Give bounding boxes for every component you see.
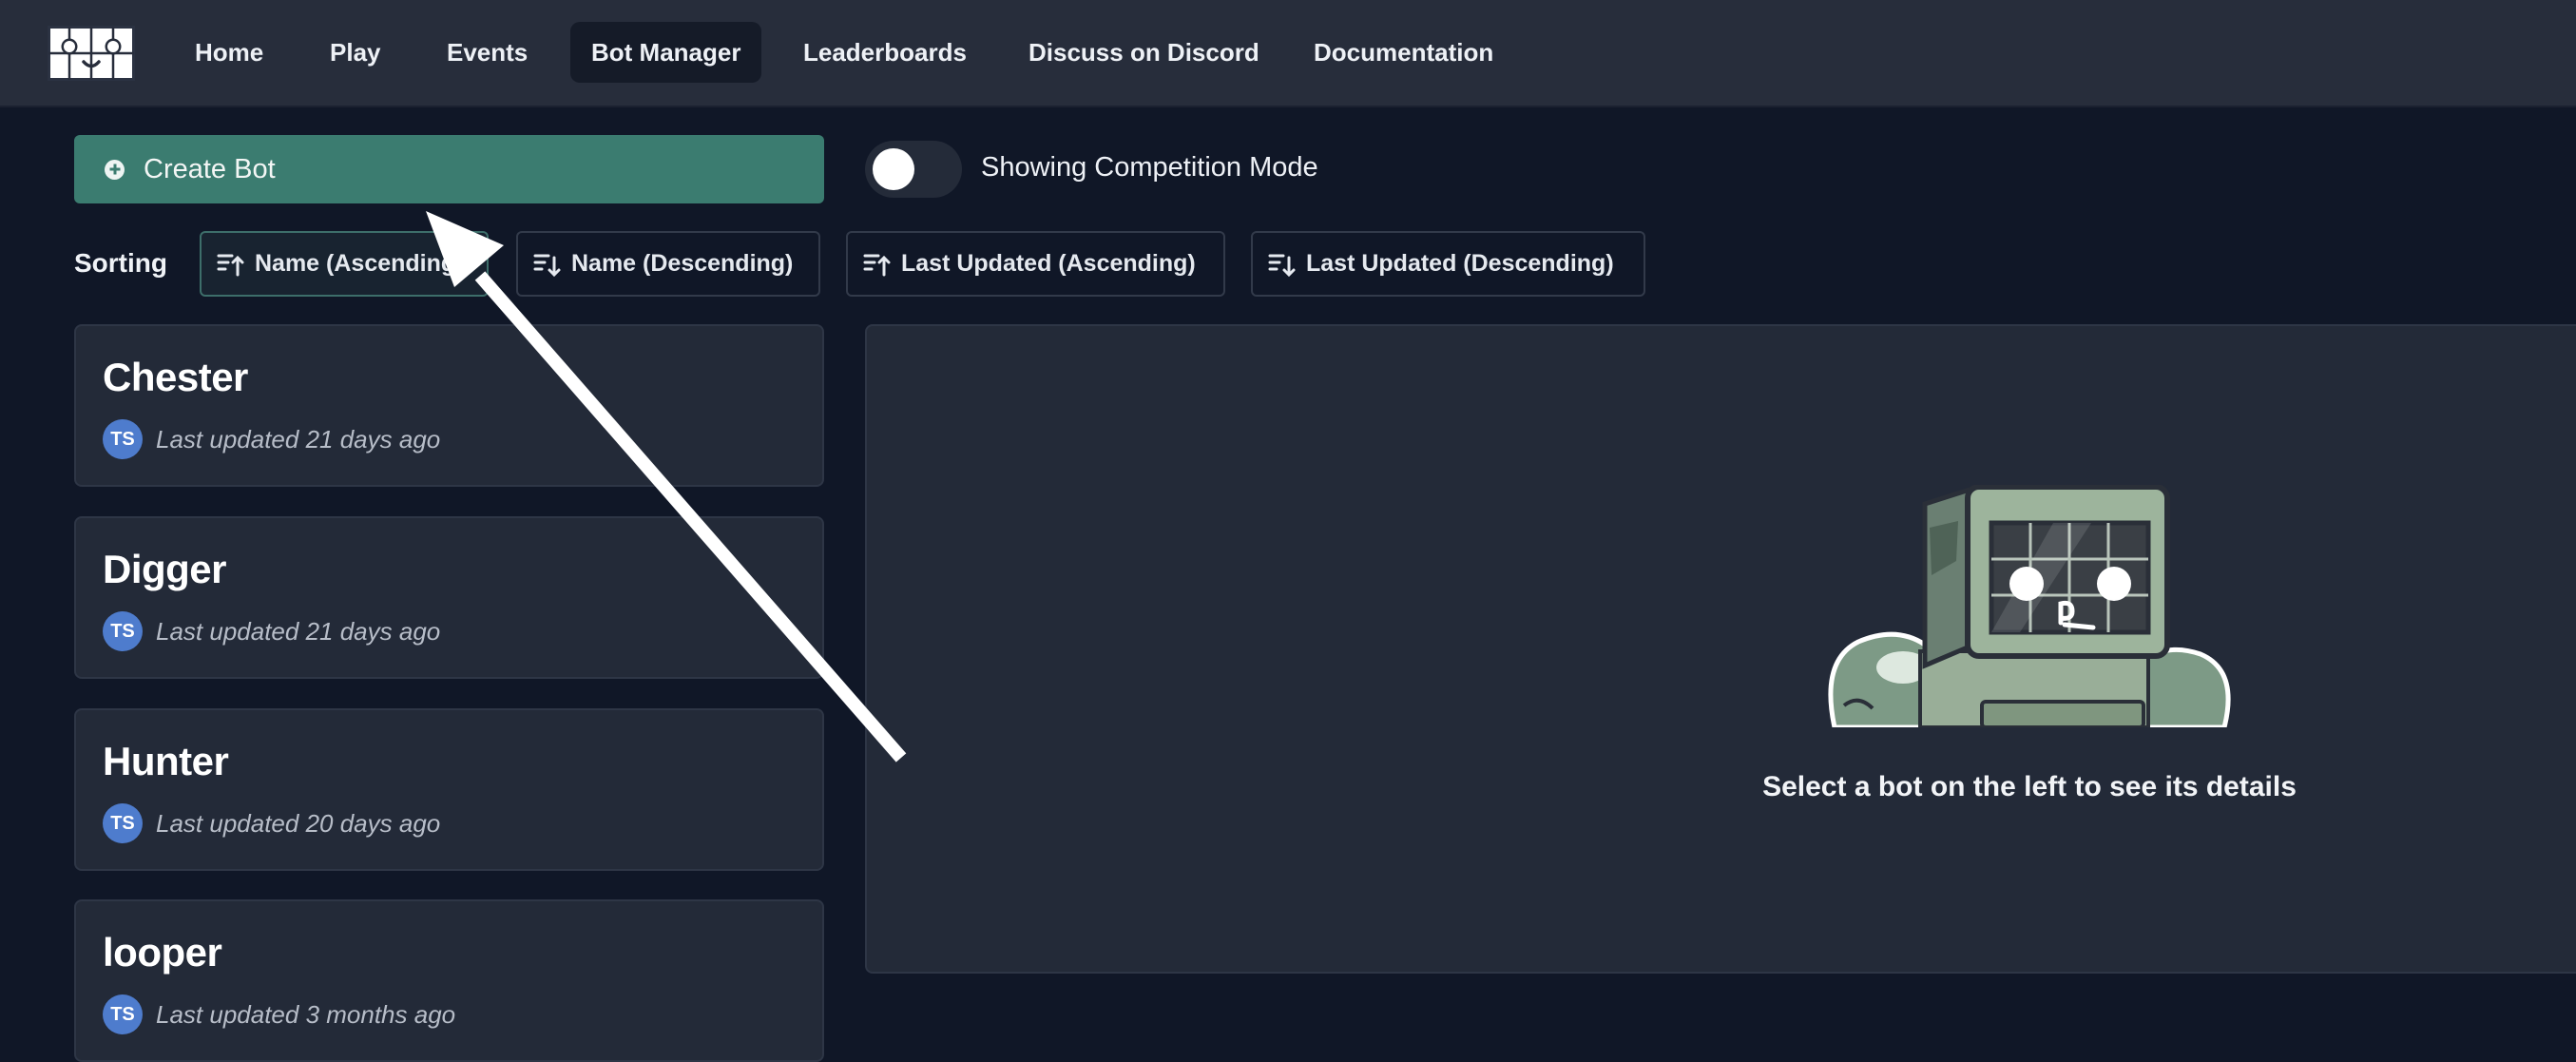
- bot-meta: TS Last updated 21 days ago: [103, 611, 440, 651]
- nav-bot-manager[interactable]: Bot Manager: [570, 22, 762, 83]
- robot-illustration: [1828, 485, 2231, 727]
- nav-events[interactable]: Events: [426, 22, 548, 83]
- avatar: TS: [103, 994, 143, 1034]
- avatar: TS: [103, 803, 143, 843]
- sort-name-ascending-button[interactable]: Name (Ascending): [200, 231, 489, 297]
- last-updated-text: Last updated 21 days ago: [156, 424, 441, 454]
- top-navbar: Home Play Events Bot Manager Leaderboard…: [0, 0, 2576, 107]
- last-updated-text: Last updated 3 months ago: [156, 999, 456, 1029]
- create-bot-label: Create Bot: [144, 153, 276, 184]
- bot-card-looper[interactable]: looper TS Last updated 3 months ago: [74, 899, 824, 1062]
- sort-updated-ascending-button[interactable]: Last Updated (Ascending): [846, 231, 1225, 297]
- create-bot-button[interactable]: Create Bot: [74, 135, 824, 203]
- details-empty-message: Select a bot on the left to see its deta…: [1762, 771, 2297, 802]
- sort-name-descending-button[interactable]: Name (Descending): [516, 231, 820, 297]
- competition-mode-toggle[interactable]: [865, 141, 962, 198]
- bot-details-panel: [865, 324, 2576, 974]
- sorting-label: Sorting: [74, 248, 167, 278]
- nav-play[interactable]: Play: [309, 22, 402, 83]
- app-logo[interactable]: [48, 26, 135, 81]
- plus-circle-icon: [105, 159, 125, 180]
- bot-card-hunter[interactable]: Hunter TS Last updated 20 days ago: [74, 708, 824, 871]
- sort-updated-descending-label: Last Updated (Descending): [1306, 250, 1614, 277]
- competition-mode-label: Showing Competition Mode: [981, 152, 1318, 183]
- nav-home[interactable]: Home: [174, 22, 284, 83]
- bot-card-digger[interactable]: Digger TS Last updated 21 days ago: [74, 516, 824, 679]
- bot-name: Digger: [103, 547, 227, 591]
- sort-descending-icon: [1268, 254, 1296, 277]
- toggle-knob: [873, 148, 914, 190]
- sort-name-descending-label: Name (Descending): [571, 250, 794, 277]
- bot-name: Chester: [103, 355, 248, 399]
- last-updated-text: Last updated 21 days ago: [156, 616, 441, 646]
- sort-descending-icon: [533, 254, 561, 277]
- sort-ascending-icon: [863, 254, 891, 276]
- bot-meta: TS Last updated 3 months ago: [103, 994, 455, 1034]
- bot-name: Hunter: [103, 739, 229, 783]
- nav-documentation[interactable]: Documentation: [1293, 22, 1514, 83]
- last-updated-text: Last updated 20 days ago: [156, 808, 441, 838]
- avatar: TS: [103, 611, 143, 651]
- bot-meta: TS Last updated 21 days ago: [103, 419, 440, 459]
- nav-leaderboards[interactable]: Leaderboards: [782, 22, 988, 83]
- bot-card-chester[interactable]: Chester TS Last updated 21 days ago: [74, 324, 824, 487]
- bot-meta: TS Last updated 20 days ago: [103, 803, 440, 843]
- sort-ascending-icon: [217, 254, 244, 276]
- sort-updated-ascending-label: Last Updated (Ascending): [901, 250, 1196, 277]
- sort-name-ascending-label: Name (Ascending): [255, 250, 464, 277]
- sort-updated-descending-button[interactable]: Last Updated (Descending): [1251, 231, 1645, 297]
- avatar: TS: [103, 419, 143, 459]
- nav-discord[interactable]: Discuss on Discord: [1008, 22, 1280, 83]
- bot-name: looper: [103, 930, 222, 975]
